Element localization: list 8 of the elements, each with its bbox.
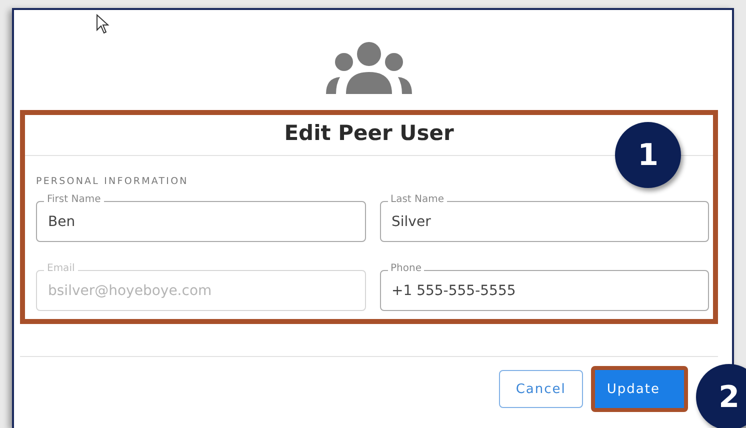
update-button[interactable]: Update <box>590 366 688 412</box>
cursor-icon <box>96 14 110 34</box>
people-icon <box>326 42 412 94</box>
input-field[interactable]: First Name Ben <box>36 193 366 242</box>
input-field[interactable]: Last Name Silver <box>380 193 709 242</box>
input-field[interactable]: Phone +1 555-555-5555 <box>380 262 709 311</box>
cancel-button[interactable]: Cancel <box>498 370 583 408</box>
section-label: PERSONAL INFORMATION <box>36 176 190 187</box>
